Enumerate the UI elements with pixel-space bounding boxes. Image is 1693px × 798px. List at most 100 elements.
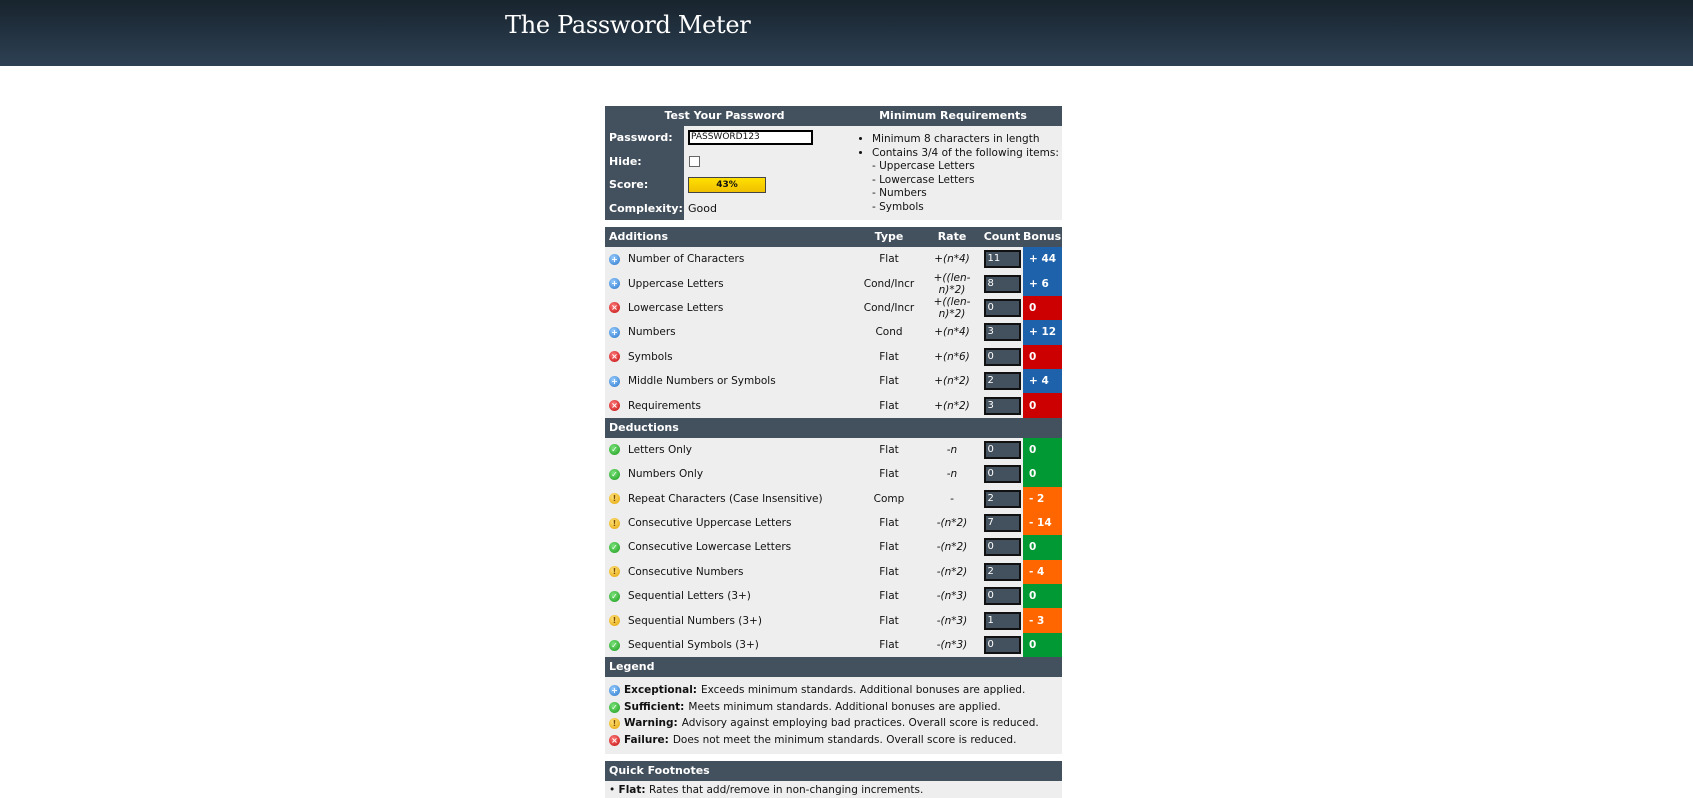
additions-header: Additions Type Rate Count Bonus — [605, 227, 1062, 247]
warning-exclamation-icon: ! — [609, 615, 620, 627]
row-rate: - — [950, 492, 954, 505]
test-labels: Password: Hide: Score: Complexity: — [605, 126, 684, 220]
row-count-field[interactable]: 0 — [983, 636, 1021, 655]
password-input[interactable]: PASSWORD123 — [688, 130, 813, 146]
row-rate: +((len-n)*2) — [933, 295, 971, 320]
row-label: Repeat Characters (Case Insensitive) — [628, 492, 823, 505]
row-bonus: + 4 — [1023, 368, 1062, 394]
legend-term: Exceptional: — [624, 684, 697, 697]
row-type: Flat — [879, 468, 899, 481]
warning-exclamation-icon: ! — [609, 718, 620, 729]
row-count-field[interactable]: 11 — [983, 250, 1021, 269]
row-count-field[interactable]: 2 — [983, 489, 1021, 508]
row-count-field[interactable]: 7 — [983, 514, 1021, 533]
row-label: Consecutive Numbers — [628, 565, 744, 578]
row-label: Sequential Numbers (3+) — [628, 614, 762, 627]
row-type: Comp — [873, 492, 905, 505]
legend-item: × Failure: Does not meet the minimum stand… — [609, 732, 1062, 749]
row-rate: -(n*2) — [936, 565, 968, 578]
table-row: + Middle Numbers or Symbols Flat +(n*2) 2 + 4 — [605, 368, 1062, 394]
row-count-field[interactable]: 1 — [983, 611, 1021, 630]
spacer — [605, 220, 1062, 227]
hide-label: Hide: — [609, 154, 642, 168]
legend-desc: Meets minimum standards. Additional bonu… — [688, 700, 1001, 713]
exceptional-plus-icon: + — [609, 375, 620, 387]
row-name-cell: ✓ Numbers Only — [605, 468, 855, 480]
additions-heading: Additions — [609, 230, 668, 243]
row-count-field[interactable]: 3 — [983, 396, 1021, 415]
row-count-field[interactable]: 0 — [983, 465, 1021, 484]
sufficient-check-icon: ✓ — [609, 444, 620, 456]
site-banner: The Password Meter — [0, 0, 1693, 66]
legend: + Exceptional: Exceeds minimum standards. … — [605, 677, 1062, 755]
row-count-field[interactable]: 0 — [983, 587, 1021, 606]
legend-item: + Exceptional: Exceeds minimum standards. … — [609, 682, 1062, 699]
row-name-cell: ✓ Consecutive Lowercase Letters — [605, 541, 855, 553]
row-rate: -(n*3) — [936, 639, 968, 652]
table-row: × Requirements Flat +(n*2) 3 0 — [605, 393, 1062, 418]
test-heading: Test Your Password — [664, 109, 785, 122]
row-bonus: 0 — [1023, 584, 1062, 609]
table-row: × Lowercase Letters Cond/Incr +((len-n)*2) 0… — [605, 295, 1062, 321]
requirements-list: Minimum 8 characters in length Contains … — [844, 126, 1062, 220]
row-rate: +(n*4) — [934, 326, 970, 339]
row-type: Flat — [879, 565, 899, 578]
warning-exclamation-icon: ! — [609, 517, 620, 529]
row-type: Cond — [875, 326, 903, 339]
row-rate: -(n*2) — [936, 517, 968, 530]
table-row: ✓ Consecutive Lowercase Letters Flat -(n*2)… — [605, 535, 1062, 560]
row-count-field[interactable]: 2 — [983, 562, 1021, 581]
row-label: Symbols — [628, 350, 673, 363]
table-row: ! Repeat Characters (Case Insensitive) Com… — [605, 486, 1062, 511]
row-rate: +((len-n)*2) — [933, 271, 971, 296]
row-name-cell: ✓ Sequential Letters (3+) — [605, 590, 855, 602]
failure-x-icon: × — [609, 400, 620, 412]
requirement-subitem: - Lowercase Letters — [872, 173, 975, 186]
legend-term: Failure: — [624, 733, 669, 746]
exceptional-plus-icon: + — [609, 326, 620, 338]
table-row: + Numbers Cond +(n*4) 3 + 12 — [605, 320, 1062, 345]
complexity-value: Good — [688, 201, 717, 215]
test-box: Password: Hide: Score: Complexity: PASSW… — [605, 126, 1062, 220]
row-type: Flat — [879, 614, 899, 627]
exceptional-plus-icon: + — [609, 253, 620, 265]
row-name-cell: ✓ Sequential Symbols (3+) — [605, 639, 855, 651]
exceptional-plus-icon: + — [609, 685, 620, 696]
hide-checkbox[interactable] — [689, 155, 700, 167]
deductions-heading: Deductions — [605, 417, 1062, 438]
row-label: Sequential Symbols (3+) — [628, 639, 759, 652]
requirement-item: Contains 3/4 of the following items: — [872, 147, 1062, 161]
row-count-field[interactable]: 0 — [983, 440, 1021, 459]
row-name-cell: ! Consecutive Uppercase Letters — [605, 517, 855, 529]
row-count-field[interactable]: 0 — [983, 538, 1021, 557]
requirement-subitem: - Symbols — [872, 200, 924, 213]
requirements-heading: Minimum Requirements — [879, 109, 1027, 122]
password-meter-panel: Test Your Password Minimum Requirements … — [605, 106, 1062, 798]
row-count-field[interactable]: 3 — [983, 323, 1021, 342]
failure-x-icon: × — [609, 302, 620, 314]
row-rate: -(n*3) — [936, 614, 968, 627]
row-label: Middle Numbers or Symbols — [628, 375, 776, 388]
row-count-field[interactable]: 8 — [983, 274, 1021, 293]
row-bonus: 0 — [1023, 437, 1062, 463]
row-label: Numbers — [628, 326, 676, 339]
row-count-field[interactable]: 0 — [983, 298, 1021, 317]
row-rate: -(n*3) — [936, 590, 968, 603]
row-label: Lowercase Letters — [628, 301, 724, 314]
row-bonus: - 3 — [1023, 608, 1062, 633]
row-type: Cond/Incr — [863, 301, 915, 314]
row-name-cell: + Middle Numbers or Symbols — [605, 375, 855, 387]
test-values: PASSWORD123 43% Good — [684, 126, 844, 220]
row-bonus: 0 — [1023, 295, 1062, 321]
row-type: Cond/Incr — [863, 277, 915, 290]
row-count-field[interactable]: 2 — [983, 372, 1021, 391]
row-label: Uppercase Letters — [628, 277, 724, 290]
sufficient-check-icon: ✓ — [609, 639, 620, 651]
table-row: + Uppercase Letters Cond/Incr +((len-n)*2) 8… — [605, 271, 1062, 296]
row-bonus: 0 — [1023, 632, 1062, 658]
row-count-field[interactable]: 0 — [983, 347, 1021, 366]
row-rate: +(n*2) — [934, 375, 970, 388]
legend-item: ! Warning: Advisory against employing bad … — [609, 715, 1062, 732]
password-label: Password: — [609, 131, 673, 144]
row-rate: -(n*2) — [936, 541, 968, 554]
